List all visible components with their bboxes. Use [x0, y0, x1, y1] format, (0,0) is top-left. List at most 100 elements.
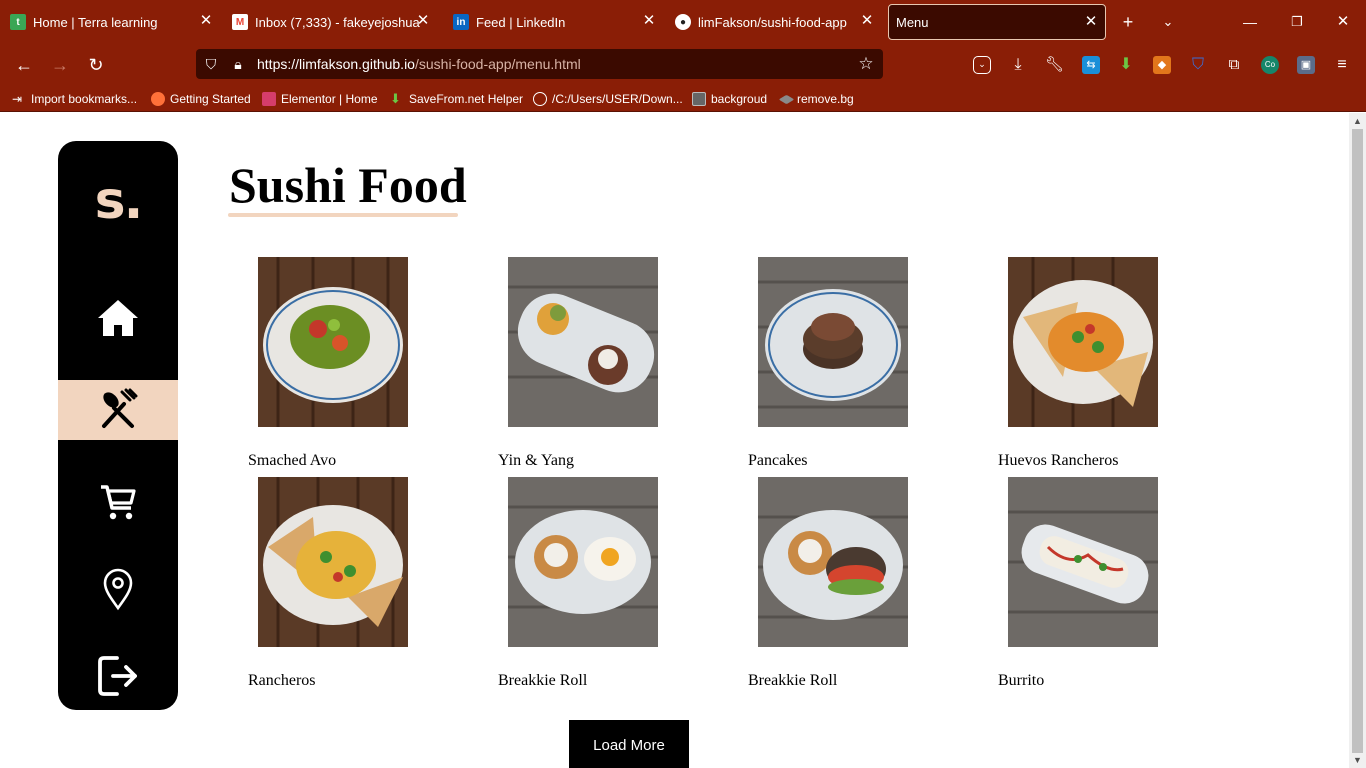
- page-scrollbar[interactable]: ▲ ▼: [1349, 113, 1366, 768]
- sidebar: s.: [58, 141, 178, 710]
- shield-icon[interactable]: ⛉: [202, 55, 220, 73]
- tab-linkedin[interactable]: in Feed | LinkedIn ✕: [453, 0, 663, 44]
- elementor-icon: [262, 92, 276, 106]
- reload-icon[interactable]: ↻: [85, 54, 107, 76]
- tab-github[interactable]: ● limFakson/sushi-food-app ✕: [675, 0, 881, 44]
- savefrom-extension-icon[interactable]: ⬇: [1117, 56, 1135, 74]
- removebg-icon: [778, 94, 795, 104]
- menu-item-card[interactable]: Smached Avo: [248, 257, 458, 472]
- sidebar-item-logout[interactable]: [58, 646, 178, 706]
- scrollbar-thumb[interactable]: [1352, 129, 1363, 753]
- globe-icon: [533, 92, 547, 106]
- metamask-icon[interactable]: ◆: [1153, 56, 1171, 74]
- title-underline: [228, 213, 458, 217]
- coupon-extension-icon[interactable]: Co: [1261, 56, 1279, 74]
- back-arrow-icon[interactable]: ←: [13, 54, 35, 76]
- food-photo: [508, 257, 658, 427]
- import-icon: ⇥: [12, 92, 23, 106]
- menu-item-name: Yin & Yang: [498, 452, 575, 469]
- sidebar-item-location[interactable]: [58, 559, 178, 619]
- bookmark-import[interactable]: ⇥ Import bookmarks...: [12, 90, 137, 108]
- tab-title: Inbox (7,333) - fakeyejoshua200: [255, 14, 420, 30]
- close-icon[interactable]: ✕: [415, 13, 431, 29]
- food-photo: [1008, 477, 1158, 647]
- window-close-icon[interactable]: ✕: [1333, 12, 1353, 32]
- menu-item-name: Huevos Rancheros: [998, 452, 1119, 469]
- menu-item-card[interactable]: Pancakes: [748, 257, 958, 472]
- menu-item-card[interactable]: Breakkie Roll: [748, 477, 958, 692]
- bookmark-label: Elementor | Home: [281, 92, 378, 106]
- menu-item-card[interactable]: Yin & Yang: [498, 257, 708, 472]
- url-text[interactable]: https://limfakson.github.io/sushi-food-a…: [257, 56, 581, 72]
- scroll-up-arrow-icon[interactable]: ▲: [1349, 113, 1366, 129]
- forward-arrow-icon[interactable]: →: [49, 54, 71, 76]
- menu-item-card[interactable]: Breakkie Roll: [498, 477, 708, 692]
- tab-title: Feed | LinkedIn: [476, 14, 566, 30]
- bookmark-local-file[interactable]: /C:/Users/USER/Down...: [533, 90, 683, 108]
- food-photo: [258, 477, 408, 647]
- bookmark-getting-started[interactable]: Getting Started: [151, 90, 251, 108]
- navigation-toolbar: ← → ↻ ⛉ 🔒︎ https://limfakson.github.io/s…: [0, 44, 1366, 86]
- extension-blue-icon[interactable]: ⇆: [1082, 56, 1100, 74]
- page-title: Sushi Food: [229, 157, 467, 213]
- menu-item-name: Rancheros: [248, 672, 316, 689]
- menu-item-card[interactable]: Burrito: [998, 477, 1208, 692]
- download-icon[interactable]: ⤓: [1009, 56, 1027, 74]
- food-photo: [508, 477, 658, 647]
- scroll-down-arrow-icon[interactable]: ▼: [1349, 752, 1366, 768]
- tab-title: Menu: [896, 14, 929, 30]
- tab-terra[interactable]: t Home | Terra learning ✕: [10, 0, 220, 44]
- tab-gmail[interactable]: M Inbox (7,333) - fakeyejoshua200 ✕: [232, 0, 437, 44]
- close-icon[interactable]: ✕: [859, 13, 875, 29]
- pocket-icon[interactable]: ⌄: [973, 56, 991, 74]
- brand-logo[interactable]: s.: [58, 171, 178, 231]
- tab-title: limFakson/sushi-food-app: [698, 14, 847, 30]
- menu-item-card[interactable]: Huevos Rancheros: [998, 257, 1208, 472]
- fork-spoon-icon: [102, 388, 138, 428]
- new-tab-icon[interactable]: +: [1118, 12, 1138, 32]
- gmail-icon: M: [232, 14, 248, 30]
- location-pin-icon: [103, 568, 133, 611]
- address-bar[interactable]: ⛉ 🔒︎ https://limfakson.github.io/sushi-f…: [196, 49, 883, 79]
- bookmark-elementor[interactable]: Elementor | Home: [262, 90, 378, 108]
- wrench-icon[interactable]: 🔧︎: [1045, 56, 1064, 74]
- tab-menu[interactable]: Menu ✕: [888, 4, 1106, 40]
- url-domain: https://limfakson.github.io: [257, 56, 415, 72]
- menu-hamburger-icon[interactable]: ≡: [1333, 56, 1351, 74]
- bookmark-label: /C:/Users/USER/Down...: [552, 92, 683, 106]
- bookmark-star-icon[interactable]: ☆: [857, 55, 875, 73]
- close-icon[interactable]: ✕: [1083, 14, 1099, 30]
- extensions-puzzle-icon[interactable]: ⧉: [1225, 56, 1243, 74]
- sidebar-item-cart[interactable]: [58, 472, 178, 532]
- bookmark-savefrom[interactable]: ⬇ SaveFrom.net Helper: [390, 90, 523, 108]
- close-icon[interactable]: ✕: [198, 13, 214, 29]
- food-photo: [758, 477, 908, 647]
- logout-icon: [98, 656, 137, 696]
- food-photo: [258, 257, 408, 427]
- bookmark-removebg[interactable]: remove.bg: [778, 90, 854, 108]
- restore-icon[interactable]: ❐: [1287, 12, 1307, 32]
- lock-icon[interactable]: 🔒︎: [229, 55, 247, 73]
- bookmark-label: remove.bg: [797, 92, 854, 106]
- image-icon: [692, 92, 706, 106]
- minimize-icon[interactable]: —: [1240, 12, 1260, 32]
- food-photo: [1008, 257, 1158, 427]
- linkedin-icon: in: [453, 14, 469, 30]
- sidebar-item-menu[interactable]: [58, 380, 178, 440]
- menu-item-name: Pancakes: [748, 452, 808, 469]
- sidebar-item-home[interactable]: [58, 288, 178, 348]
- food-photo: [758, 257, 908, 427]
- menu-item-card[interactable]: Rancheros: [248, 477, 458, 692]
- tab-title: Home | Terra learning: [33, 14, 158, 30]
- close-icon[interactable]: ✕: [641, 13, 657, 29]
- bookmark-label: Import bookmarks...: [31, 92, 138, 106]
- home-icon: [98, 300, 138, 336]
- bookmarks-toolbar: ⇥ Import bookmarks... Getting Started El…: [0, 86, 1366, 112]
- cart-icon: [101, 485, 136, 520]
- menu-item-name: Breakkie Roll: [748, 672, 838, 689]
- load-more-button[interactable]: Load More: [569, 720, 689, 768]
- bitwarden-icon[interactable]: ⛉: [1189, 56, 1207, 74]
- tab-list-chevron-icon[interactable]: ⌄: [1158, 12, 1178, 32]
- bookmark-backgroud[interactable]: backgroud: [692, 90, 767, 108]
- screenshot-extension-icon[interactable]: ▣: [1297, 56, 1315, 74]
